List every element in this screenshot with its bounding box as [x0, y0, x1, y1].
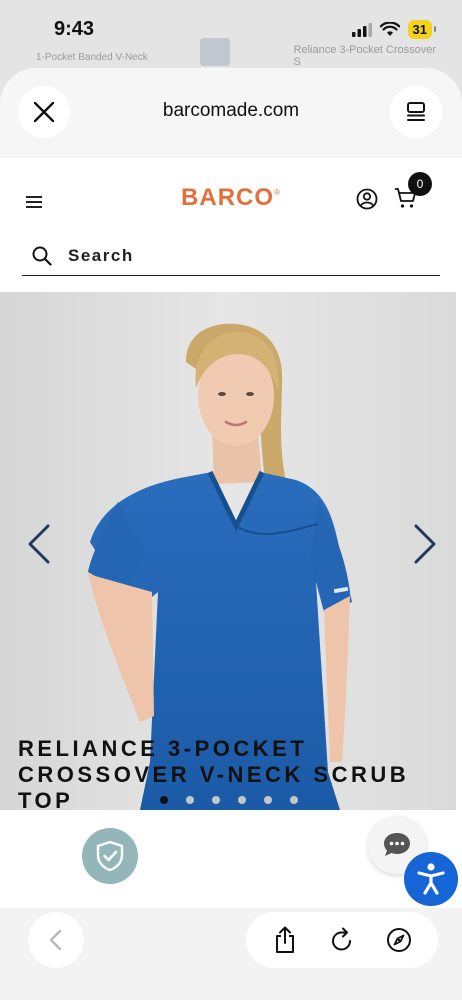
status-bar: 9:43 31 [0, 0, 462, 50]
share-icon [275, 926, 294, 953]
battery-indicator: 31 [407, 20, 437, 39]
shield-check-icon [96, 840, 124, 872]
search-input[interactable]: Search [22, 240, 440, 276]
reader-button[interactable] [390, 86, 442, 138]
share-button[interactable] [272, 926, 298, 953]
signal-icon [351, 22, 372, 37]
reload-button[interactable] [329, 927, 355, 953]
compass-icon [387, 928, 412, 952]
wifi-icon [379, 22, 400, 36]
compass-button[interactable] [386, 927, 412, 953]
accessibility-button[interactable] [404, 852, 458, 906]
search-icon [32, 246, 52, 266]
status-time: 9:43 [54, 18, 95, 40]
sheet-header: barcomade.com [0, 68, 462, 158]
browser-toolbar [0, 908, 462, 1000]
product-image-carousel[interactable] [0, 292, 456, 810]
search-placeholder: Search [68, 246, 134, 265]
reader-icon [407, 102, 425, 121]
back-icon [49, 929, 62, 951]
toolbar-actions [246, 912, 438, 968]
product-photo [0, 292, 456, 810]
chevron-right-icon[interactable] [410, 522, 440, 566]
background-product-left: 1-Pocket Banded V-Neck [36, 52, 148, 63]
cart-count-badge[interactable]: 0 [408, 172, 432, 196]
accessibility-icon [417, 863, 445, 895]
status-icons: 31 [351, 20, 437, 39]
product-title: RELIANCE 3-POCKET CROSSOVER V-NECK SCRUB… [18, 736, 410, 813]
reload-icon [332, 927, 351, 951]
shield-badge[interactable] [82, 828, 138, 884]
back-button[interactable] [28, 912, 84, 968]
barco-logo[interactable]: BARCO® [0, 184, 462, 212]
chat-icon [384, 833, 410, 856]
chevron-left-icon[interactable] [24, 522, 54, 566]
account-icon[interactable] [356, 188, 378, 210]
